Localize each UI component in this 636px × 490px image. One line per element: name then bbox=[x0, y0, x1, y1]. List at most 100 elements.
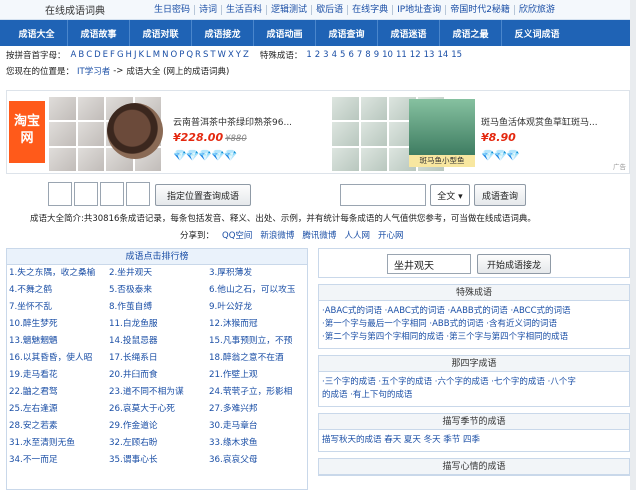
top-link[interactable]: 逻辑测试 bbox=[267, 4, 313, 15]
pinyin-letter[interactable]: T bbox=[209, 50, 216, 60]
nav-item[interactable]: 成语之最 bbox=[440, 20, 502, 46]
nav-item[interactable]: 成语查询 bbox=[316, 20, 378, 46]
special-number-link[interactable]: 5 bbox=[340, 50, 345, 60]
share-link-qzone[interactable]: QQ空间 bbox=[222, 229, 252, 241]
product2-title[interactable]: 斑马鱼活体观赏鱼草缸斑马... bbox=[481, 115, 611, 128]
pinyin-letter[interactable]: W bbox=[217, 50, 227, 60]
pinyin-letter[interactable]: H bbox=[125, 50, 133, 60]
share-link-tencent[interactable]: 腾讯微博 bbox=[302, 229, 336, 241]
ranking-item[interactable]: 31.水至清则无鱼 bbox=[9, 435, 109, 452]
ranking-item[interactable]: 5.否极泰来 bbox=[109, 282, 209, 299]
pinyin-letter[interactable]: A bbox=[70, 50, 78, 60]
query-input[interactable] bbox=[340, 184, 426, 206]
ranking-item[interactable]: 2.坐井观天 bbox=[109, 265, 209, 282]
ranking-item[interactable]: 36.哀哀父母 bbox=[209, 452, 309, 469]
pinyin-letter[interactable]: C bbox=[85, 50, 93, 60]
ranking-item[interactable]: 16.以其昏昏，使人昭 bbox=[9, 350, 109, 367]
special-number-link[interactable]: 13 bbox=[424, 50, 435, 60]
pinyin-letter[interactable]: R bbox=[194, 50, 202, 60]
ranking-item[interactable]: 17.长绳系日 bbox=[109, 350, 209, 367]
nav-item[interactable]: 成语大全 bbox=[6, 20, 68, 46]
section-links[interactable]: 的成语 ·有上下句的成语 bbox=[322, 389, 626, 402]
ranking-item[interactable]: 21.作壁上观 bbox=[209, 367, 309, 384]
nav-item[interactable]: 成语动画 bbox=[254, 20, 316, 46]
ranking-item[interactable]: 34.不一而足 bbox=[9, 452, 109, 469]
ranking-item[interactable]: 25.左右逢源 bbox=[9, 401, 109, 418]
pinyin-letter[interactable]: E bbox=[102, 50, 109, 60]
ranking-item[interactable]: 33.缘木求鱼 bbox=[209, 435, 309, 452]
top-link[interactable]: 歇后语 bbox=[312, 4, 349, 15]
special-number-link[interactable]: 3 bbox=[323, 50, 328, 60]
char-box-3[interactable] bbox=[100, 182, 124, 206]
pinyin-letter[interactable]: L bbox=[145, 50, 152, 60]
section-links[interactable]: 描写秋天的成语 春天 夏天 冬天 季节 四季 bbox=[322, 434, 626, 447]
pinyin-letter[interactable]: D bbox=[93, 50, 102, 60]
ranking-item[interactable]: 18.醉翁之意不在酒 bbox=[209, 350, 309, 367]
ranking-item[interactable]: 1.失之东隅，收之桑榆 bbox=[9, 265, 109, 282]
nav-item[interactable]: 成语故事 bbox=[68, 20, 130, 46]
pinyin-letter[interactable]: Z bbox=[242, 50, 250, 60]
ranking-item[interactable]: 14.投鼠忌器 bbox=[109, 333, 209, 350]
ranking-item[interactable]: 22.鼬之君驽 bbox=[9, 384, 109, 401]
ranking-item[interactable]: 7.坐怀不乱 bbox=[9, 299, 109, 316]
ranking-item[interactable]: 13.魑魅魍魉 bbox=[9, 333, 109, 350]
pinyin-letter[interactable]: X bbox=[227, 50, 235, 60]
ad-banner[interactable]: 淘宝网 云南普洱茶中茶绿印熟茶96... ¥228.00 ¥880 💎💎💎💎💎 斑… bbox=[6, 90, 630, 174]
scope-select[interactable]: 全文 ▾ bbox=[430, 184, 470, 206]
ranking-item[interactable]: 24.茕茕孑立，形影相 bbox=[209, 384, 309, 401]
ranking-item[interactable]: 28.安之若素 bbox=[9, 418, 109, 435]
ranking-item[interactable]: 19.走马看花 bbox=[9, 367, 109, 384]
share-link-renren[interactable]: 人人网 bbox=[344, 229, 370, 241]
ranking-item[interactable]: 6.他山之石，可以攻玉 bbox=[209, 282, 309, 299]
pinyin-letter[interactable]: Q bbox=[185, 50, 194, 60]
pinyin-letter[interactable]: F bbox=[109, 50, 116, 60]
ranking-item[interactable]: 15.凡事预则立，不预 bbox=[209, 333, 309, 350]
section-links[interactable]: ·ABAC式的词语 ·AABC式的词语 ·AABB式的词语 ·ABCC式的词语 bbox=[322, 305, 626, 318]
jielong-button[interactable]: 开始成语接龙 bbox=[477, 254, 551, 274]
top-link[interactable]: 生日密码 bbox=[150, 4, 196, 15]
section-links[interactable]: ·第一个字与最后一个字相同 ·ABB式的词语 ·含有近义词的词语 bbox=[322, 318, 626, 331]
product1-title[interactable]: 云南普洱茶中茶绿印熟茶96... bbox=[173, 115, 323, 128]
pinyin-letter[interactable]: G bbox=[116, 50, 125, 60]
char-box-1[interactable] bbox=[48, 182, 72, 206]
special-number-link[interactable]: 9 bbox=[374, 50, 379, 60]
pinyin-letter[interactable]: B bbox=[77, 50, 85, 60]
ranking-item[interactable]: 11.白龙鱼服 bbox=[109, 316, 209, 333]
special-number-link[interactable]: 7 bbox=[357, 50, 362, 60]
locate-search-button[interactable]: 指定位置查询成语 bbox=[155, 184, 251, 206]
nav-item[interactable]: 成语对联 bbox=[130, 20, 192, 46]
top-link[interactable]: 生活百科 bbox=[222, 4, 268, 15]
top-link[interactable]: 诗词 bbox=[195, 4, 223, 15]
ranking-item[interactable]: 23.道不同不相为谋 bbox=[109, 384, 209, 401]
top-link[interactable]: 欣欣旅游 bbox=[515, 5, 559, 15]
section-links[interactable]: ·三个字的成语 ·五个字的成语 ·六个字的成语 ·七个字的成语 ·八个字 bbox=[322, 376, 626, 389]
pinyin-letter[interactable]: N bbox=[161, 50, 169, 60]
special-number-link[interactable]: 12 bbox=[410, 50, 421, 60]
top-link[interactable]: 帝国时代2秘籍 bbox=[446, 4, 515, 15]
query-button[interactable]: 成语查询 bbox=[474, 184, 526, 206]
special-number-link[interactable]: 11 bbox=[396, 50, 407, 60]
top-link[interactable]: 在线字典 bbox=[348, 4, 394, 15]
pinyin-letter[interactable]: P bbox=[178, 50, 185, 60]
special-number-link[interactable]: 10 bbox=[382, 50, 393, 60]
ranking-item[interactable]: 26.哀莫大于心死 bbox=[109, 401, 209, 418]
ranking-item[interactable]: 10.醉生梦死 bbox=[9, 316, 109, 333]
nav-item[interactable]: 成语迷语 bbox=[378, 20, 440, 46]
ranking-item[interactable]: 8.作茧自缚 bbox=[109, 299, 209, 316]
special-number-link[interactable]: 14 bbox=[437, 50, 448, 60]
scrollbar[interactable] bbox=[630, 0, 636, 490]
taobao-logo[interactable]: 淘宝网 bbox=[9, 101, 45, 163]
ranking-item[interactable]: 30.走马章台 bbox=[209, 418, 309, 435]
section-links[interactable]: ·第二个字与第四个字相同的成语 ·第三个字与第四个字相同的成语 bbox=[322, 331, 626, 344]
nav-item[interactable]: 反义词成语 bbox=[502, 20, 572, 46]
special-number-link[interactable]: 1 bbox=[306, 50, 311, 60]
share-link-kaixin[interactable]: 开心网 bbox=[378, 229, 404, 241]
pinyin-letter[interactable]: M bbox=[152, 50, 161, 60]
pinyin-letter[interactable]: S bbox=[202, 50, 209, 60]
ranking-item[interactable]: 4.不舞之鹤 bbox=[9, 282, 109, 299]
special-number-link[interactable]: 4 bbox=[332, 50, 337, 60]
char-box-4[interactable] bbox=[126, 182, 150, 206]
ranking-item[interactable]: 9.叶公好龙 bbox=[209, 299, 309, 316]
share-link-weibo[interactable]: 新浪微博 bbox=[260, 229, 294, 241]
special-number-link[interactable]: 15 bbox=[451, 50, 462, 60]
